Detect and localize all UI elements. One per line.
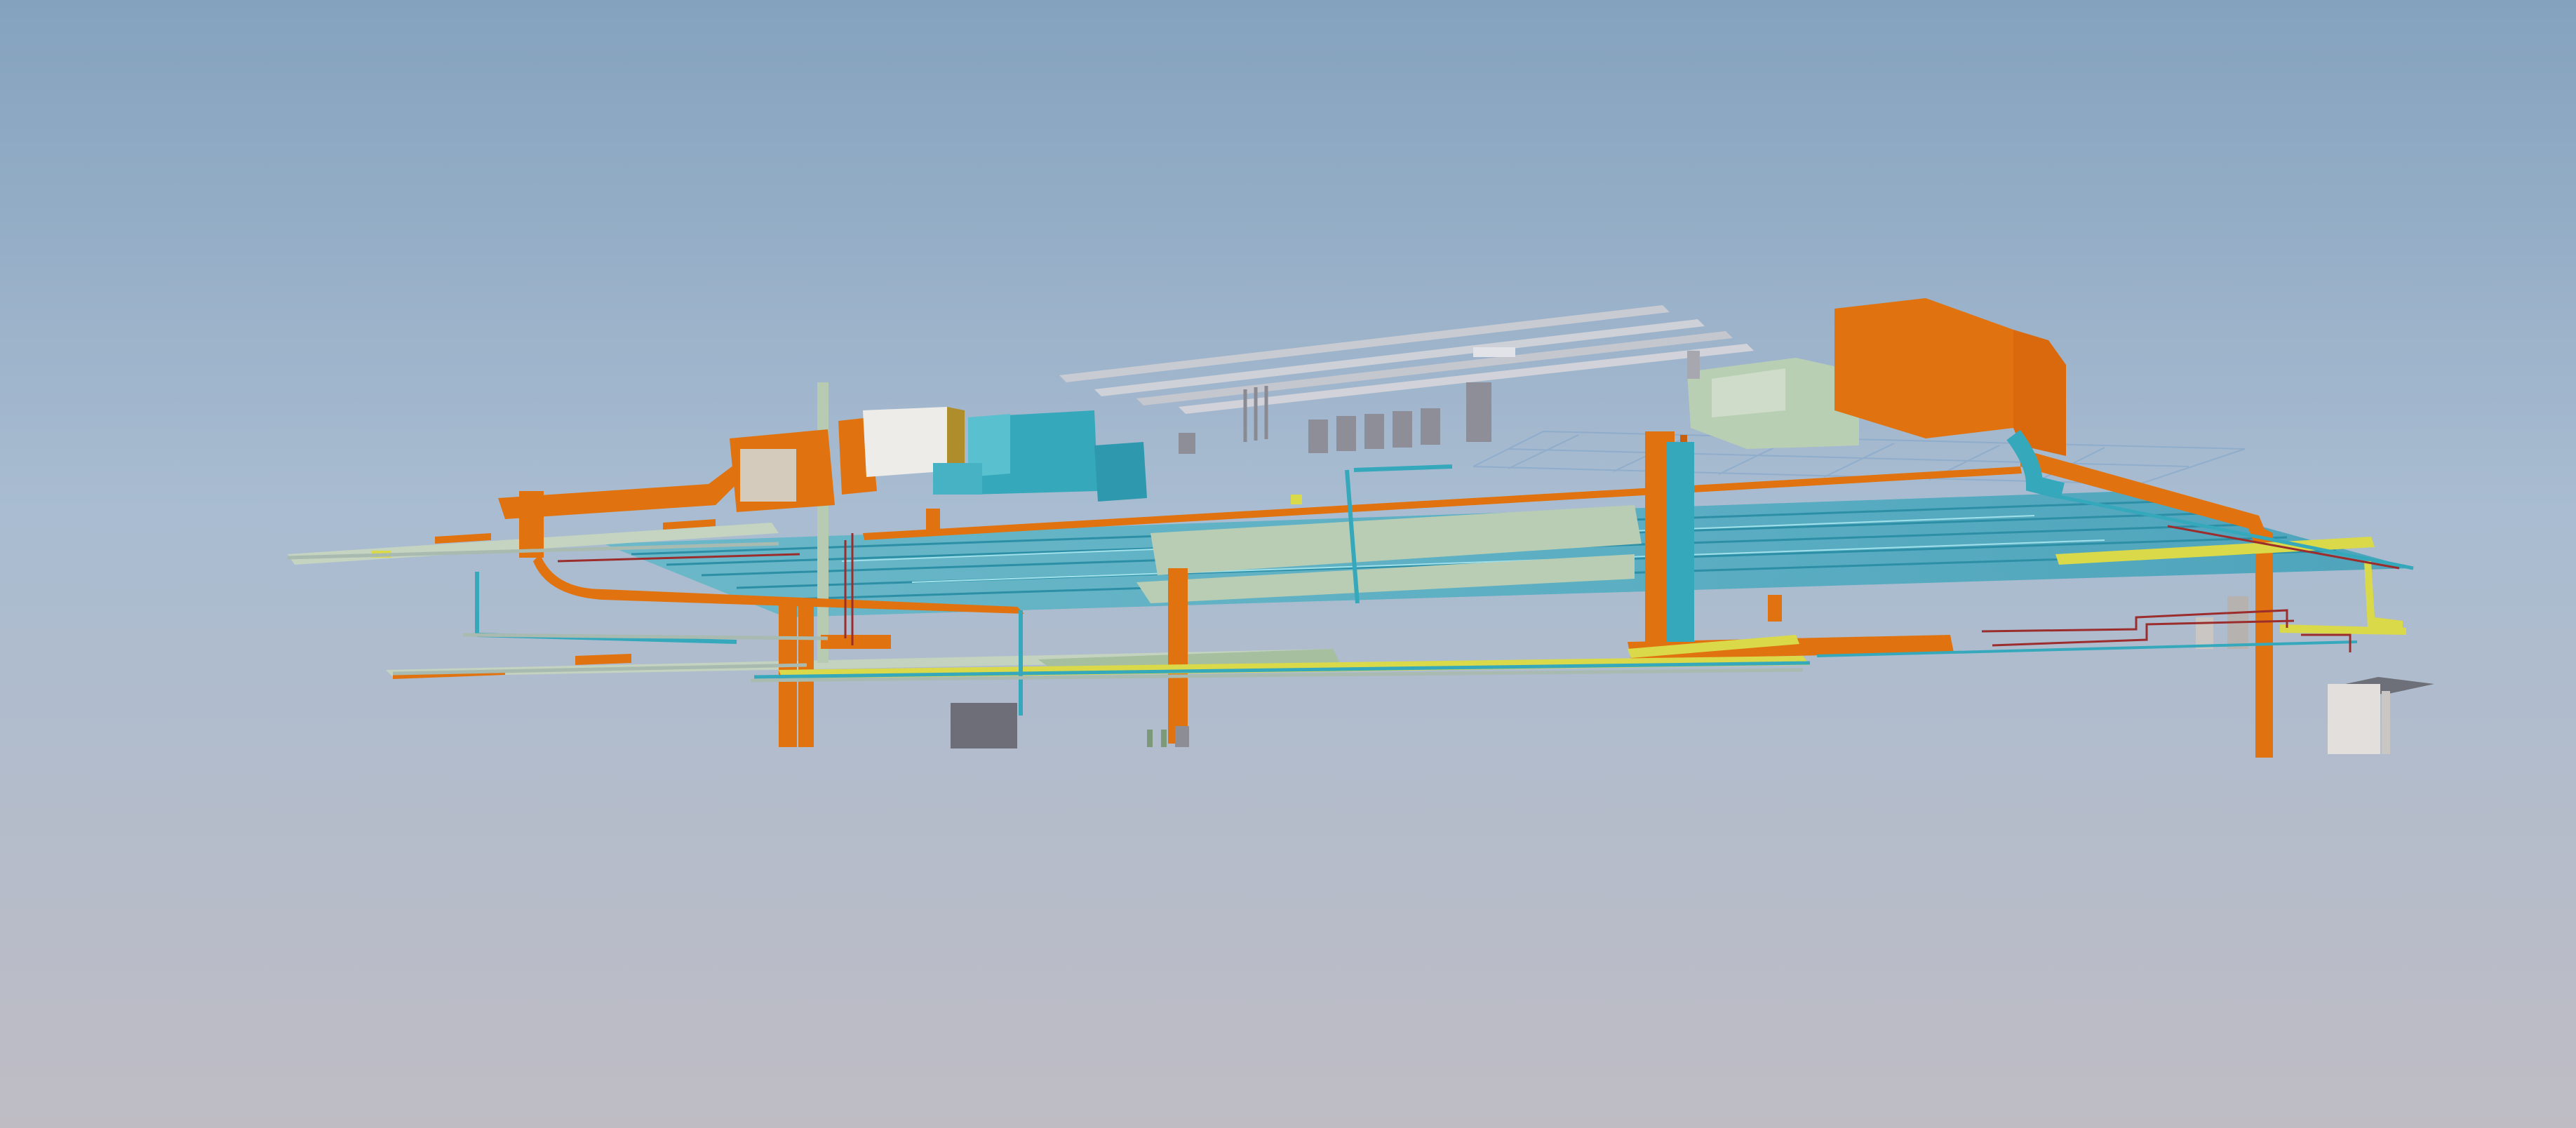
3d-model-viewport[interactable] xyxy=(0,0,2576,1128)
mep-model-canvas[interactable] xyxy=(0,0,2576,1128)
